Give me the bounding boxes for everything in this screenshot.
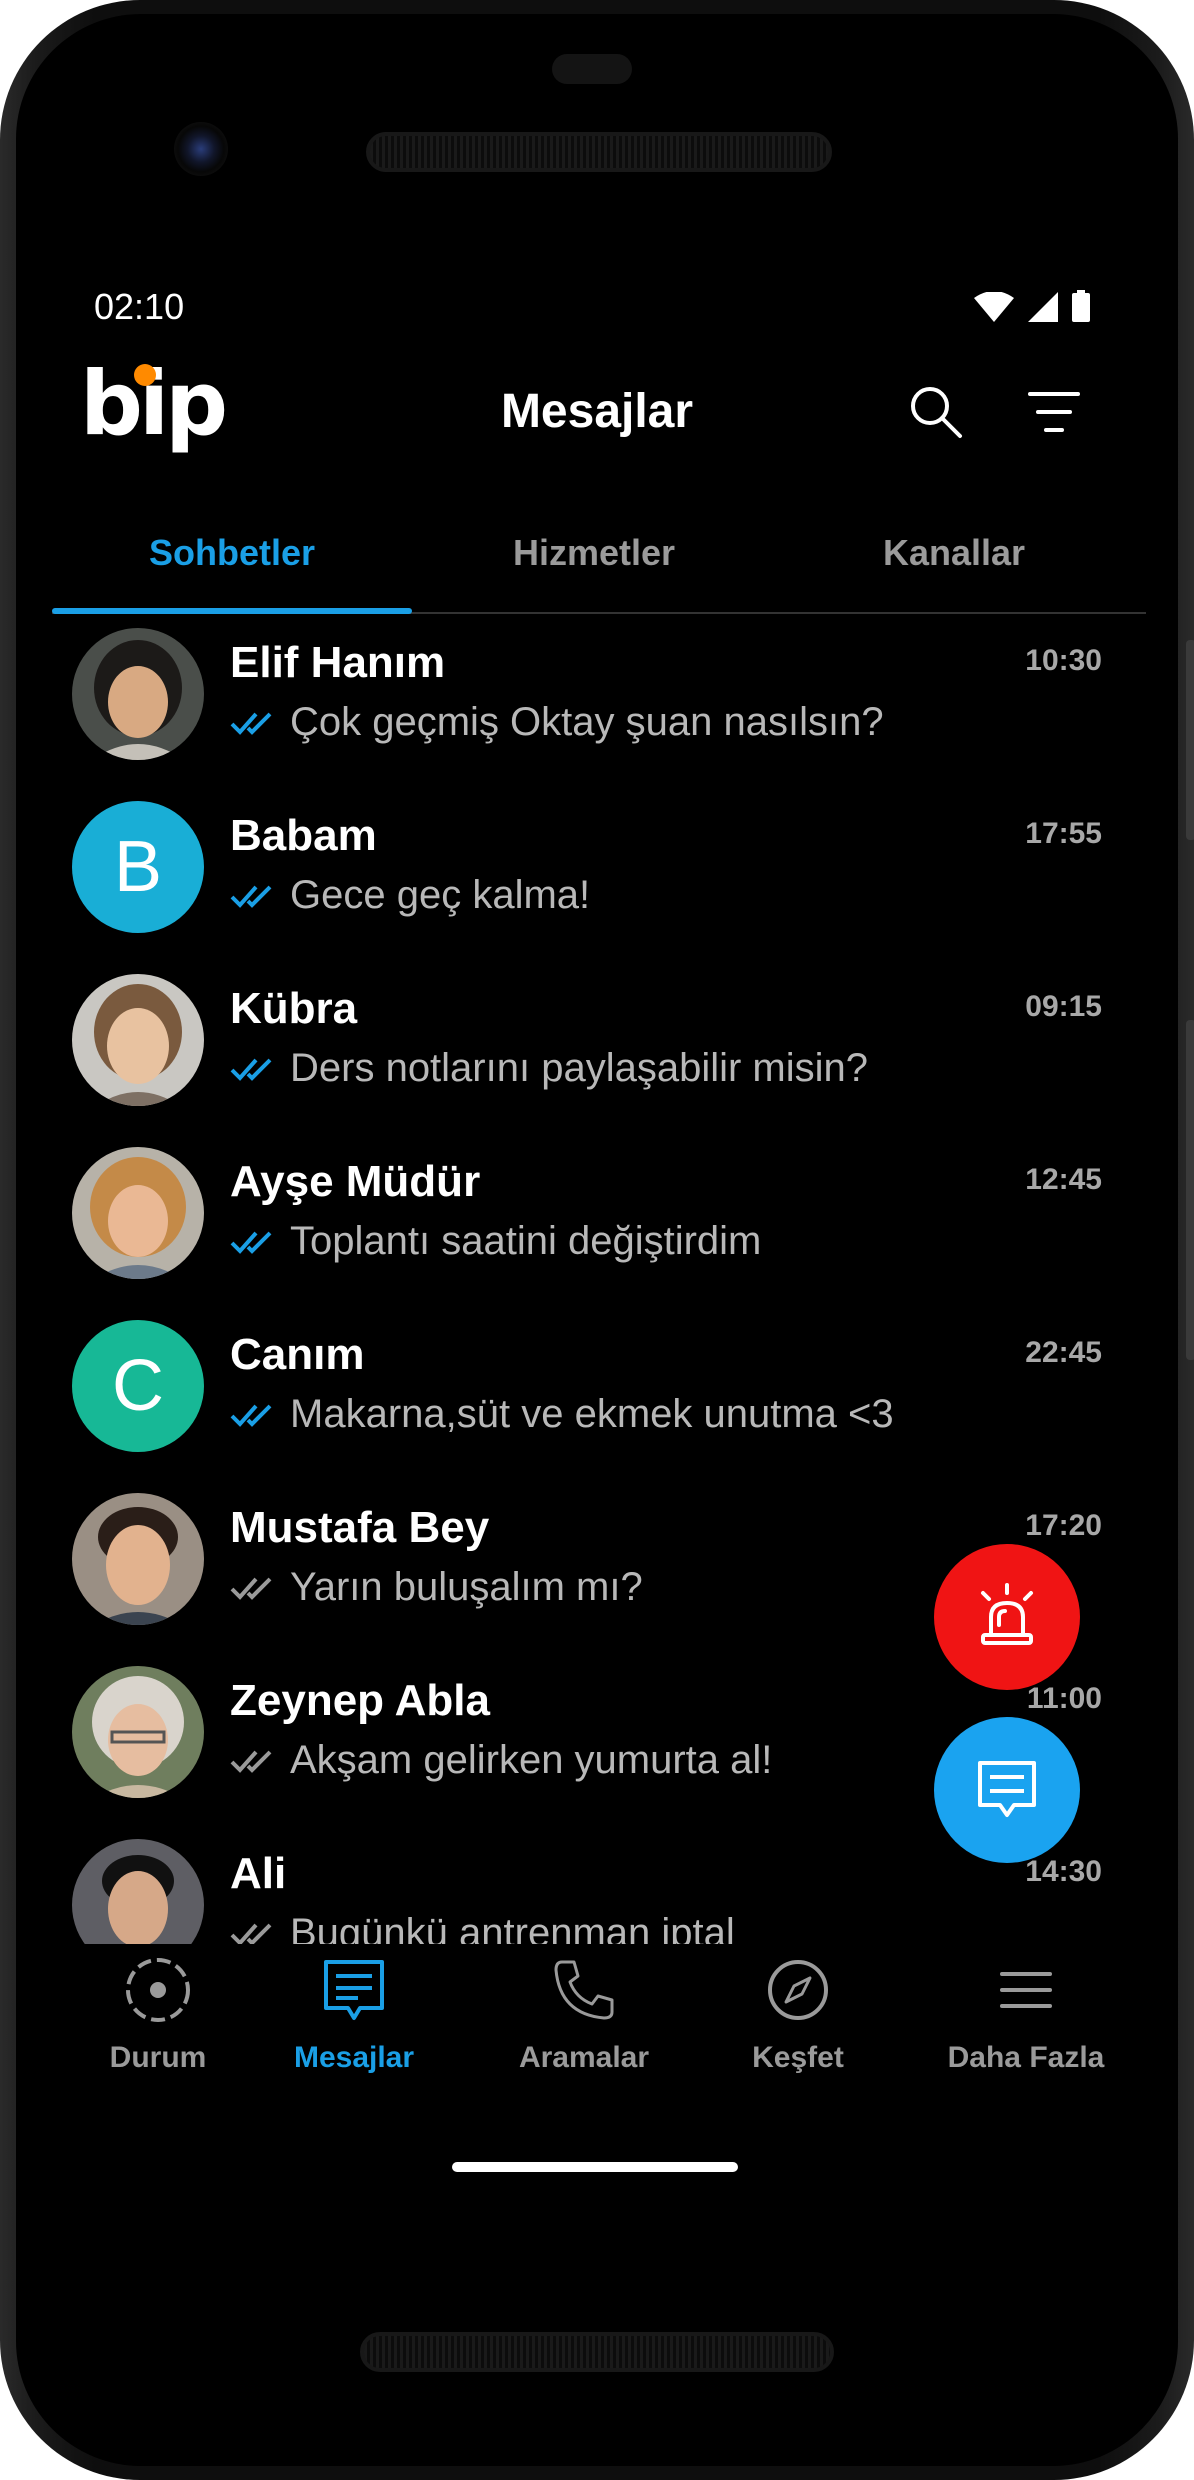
emergency-alert-button[interactable] xyxy=(934,1544,1080,1690)
tab-sohbetler[interactable]: Sohbetler xyxy=(52,532,412,574)
earpiece-speaker xyxy=(366,132,832,172)
chat-name: Ali xyxy=(230,1849,287,1898)
chat-preview: Bugünkü antrenman iptal xyxy=(230,1911,735,1944)
double-check-icon xyxy=(230,1058,272,1081)
avatar xyxy=(72,628,204,760)
front-camera xyxy=(174,122,228,176)
double-check-icon xyxy=(230,712,272,735)
nav-aramalar[interactable]: Aramalar xyxy=(474,1954,694,2075)
screen: 02:10 bip Mesajlar Sohbetler Hizmetler K… xyxy=(16,14,1178,2466)
compass-icon xyxy=(768,1960,828,2020)
status-icons xyxy=(974,290,1090,327)
chat-name: Kübra xyxy=(230,984,358,1033)
avatar xyxy=(72,1839,204,1944)
menu-icon xyxy=(1000,1972,1052,2008)
logo-dot xyxy=(134,364,156,386)
bottom-nav: Durum Mesajlar Aramalar Keşfet Daha Fazl… xyxy=(16,1954,1178,2114)
compose-icon xyxy=(978,1761,1036,1817)
chat-time: 17:55 xyxy=(1025,817,1102,850)
chat-row[interactable]: Elif Hanım 10:30 Çok geçmiş Oktay şuan n… xyxy=(16,614,1178,787)
phone-frame: 02:10 bip Mesajlar Sohbetler Hizmetler K… xyxy=(0,0,1194,2480)
chat-preview: Ders notlarını paylaşabilir misin? xyxy=(230,1046,868,1091)
chat-name: Babam xyxy=(230,811,377,860)
power-button xyxy=(1186,640,1194,840)
chat-preview: Makarna,süt ve ekmek unutma <3 xyxy=(230,1392,894,1437)
bottom-speaker xyxy=(360,2332,834,2372)
filter-icon[interactable] xyxy=(1024,382,1084,447)
avatar xyxy=(72,1666,204,1798)
chat-preview: Yarın buluşalım mı? xyxy=(230,1565,643,1610)
nav-durum[interactable]: Durum xyxy=(48,1954,268,2075)
messages-icon xyxy=(324,1960,384,2020)
nav-mesajlar[interactable]: Mesajlar xyxy=(244,1954,464,2075)
chat-time: 11:00 xyxy=(1026,1682,1102,1715)
avatar: C xyxy=(72,1320,204,1452)
double-check-icon xyxy=(230,1750,272,1773)
chat-row[interactable]: Kübra 09:15 Ders notlarını paylaşabilir … xyxy=(16,960,1178,1133)
double-check-icon xyxy=(230,1923,272,1944)
nav-daha-fazla[interactable]: Daha Fazla xyxy=(916,1954,1136,2075)
tab-bar: Sohbetler Hizmetler Kanallar xyxy=(52,514,1146,614)
nav-kesfet[interactable]: Keşfet xyxy=(688,1954,908,2075)
volume-button xyxy=(1186,1020,1194,1360)
app-header: bip Mesajlar xyxy=(16,354,1178,474)
chat-row[interactable]: Ayşe Müdür 12:45 Toplantı saatini değişt… xyxy=(16,1133,1178,1306)
chat-name: Zeynep Abla xyxy=(230,1676,490,1725)
double-check-icon xyxy=(230,1577,272,1600)
chat-preview: Gece geç kalma! xyxy=(230,873,590,918)
new-message-button[interactable] xyxy=(934,1717,1080,1863)
battery-icon xyxy=(1072,290,1090,327)
phone-icon xyxy=(554,1960,614,2020)
avatar xyxy=(72,1493,204,1625)
chat-time: 09:15 xyxy=(1025,990,1102,1023)
chat-time: 22:45 xyxy=(1025,1336,1102,1369)
chat-time: 10:30 xyxy=(1025,644,1102,677)
double-check-icon xyxy=(230,1404,272,1427)
chat-row[interactable]: B Babam 17:55 Gece geç kalma! xyxy=(16,787,1178,960)
chat-row[interactable]: C Canım 22:45 Makarna,süt ve ekmek unutm… xyxy=(16,1306,1178,1479)
tab-kanallar[interactable]: Kanallar xyxy=(774,532,1134,574)
status-time: 02:10 xyxy=(94,286,185,327)
home-indicator[interactable] xyxy=(452,2162,738,2172)
tab-hizmetler[interactable]: Hizmetler xyxy=(414,532,774,574)
status-icon xyxy=(126,1958,190,2022)
chat-preview: Akşam gelirken yumurta al! xyxy=(230,1738,772,1783)
avatar xyxy=(72,974,204,1106)
chat-time: 17:20 xyxy=(1025,1509,1102,1542)
wifi-icon xyxy=(974,291,1014,327)
signal-icon xyxy=(1028,292,1058,327)
chat-name: Elif Hanım xyxy=(230,638,446,687)
search-icon[interactable] xyxy=(906,382,966,447)
double-check-icon xyxy=(230,1231,272,1254)
chat-name: Mustafa Bey xyxy=(230,1503,490,1552)
chat-time: 12:45 xyxy=(1025,1163,1102,1196)
siren-icon xyxy=(981,1583,1033,1645)
chat-name: Ayşe Müdür xyxy=(230,1157,481,1206)
avatar: B xyxy=(72,801,204,933)
top-sensor xyxy=(552,54,632,84)
chat-preview: Toplantı saatini değiştirdim xyxy=(230,1219,761,1264)
page-title: Mesajlar xyxy=(500,385,694,438)
chat-preview: Çok geçmiş Oktay şuan nasılsın? xyxy=(230,700,884,745)
chat-name: Canım xyxy=(230,1330,365,1379)
chat-time: 14:30 xyxy=(1025,1855,1102,1888)
double-check-icon xyxy=(230,885,272,908)
avatar xyxy=(72,1147,204,1279)
